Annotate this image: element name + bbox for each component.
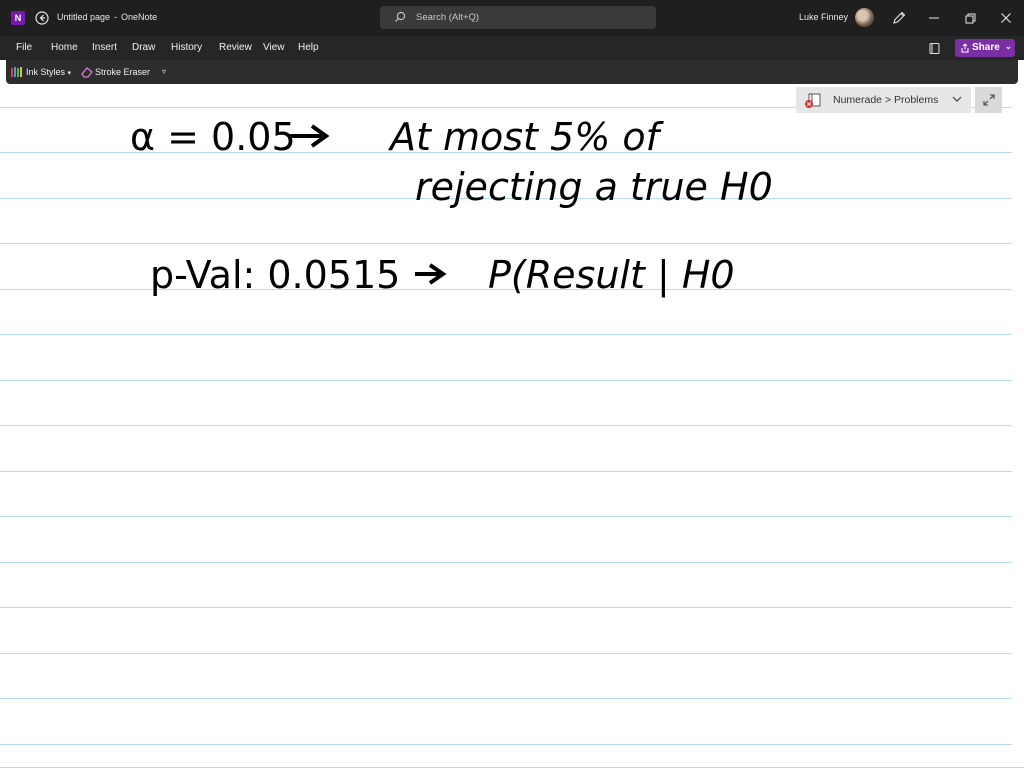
menu-file[interactable]: File bbox=[16, 42, 32, 53]
chevron-down-icon bbox=[952, 96, 962, 102]
rule-line bbox=[0, 471, 1012, 472]
rule-line bbox=[0, 425, 1012, 426]
notebook-sync-error-icon bbox=[805, 93, 821, 108]
close-icon[interactable] bbox=[997, 9, 1015, 27]
stroke-eraser-button[interactable]: Stroke Eraser bbox=[95, 67, 150, 77]
expand-icon bbox=[983, 94, 995, 106]
menu-help[interactable]: Help bbox=[298, 42, 319, 53]
menu-bar: File Home Insert Draw History Review Vie… bbox=[0, 36, 1024, 60]
rule-line bbox=[0, 152, 1012, 153]
ink-styles-label: Ink Styles bbox=[26, 67, 66, 77]
note-page[interactable] bbox=[0, 86, 1024, 768]
rule-line bbox=[0, 698, 1012, 699]
menu-draw[interactable]: Draw bbox=[132, 42, 155, 53]
search-placeholder: Search (Alt+Q) bbox=[416, 12, 480, 23]
rule-line bbox=[0, 243, 1012, 244]
rule-line bbox=[0, 380, 1012, 381]
draw-ribbon: Ink Styles ▾ Stroke Eraser ▿ bbox=[6, 60, 1018, 84]
rule-line bbox=[0, 516, 1012, 517]
chevron-down-icon: ⌄ bbox=[1005, 42, 1012, 51]
restore-icon[interactable] bbox=[961, 9, 979, 27]
title-bar: N Untitled page - OneNote Search (Alt+Q) L… bbox=[0, 0, 1024, 36]
share-label: Share bbox=[972, 42, 1000, 53]
title-separator: - bbox=[114, 12, 118, 22]
rule-line bbox=[0, 562, 1012, 563]
menu-view[interactable]: View bbox=[263, 42, 285, 53]
pen-icon[interactable] bbox=[891, 10, 907, 26]
page-title: Untitled page bbox=[57, 12, 111, 22]
onenote-logo-icon: N bbox=[11, 11, 25, 25]
rule-line bbox=[0, 744, 1012, 745]
chevron-down-icon: ▾ bbox=[67, 70, 72, 77]
eraser-icon[interactable] bbox=[81, 66, 94, 78]
ink-styles-button[interactable]: Ink Styles ▾ bbox=[26, 67, 71, 77]
app-name: OneNote bbox=[121, 12, 158, 22]
menu-insert[interactable]: Insert bbox=[92, 42, 117, 53]
menu-history[interactable]: History bbox=[171, 42, 202, 53]
breadcrumb-path: Numerade > Problems bbox=[833, 94, 939, 106]
minimize-icon[interactable] bbox=[925, 9, 943, 27]
avatar[interactable] bbox=[855, 8, 874, 27]
search-icon bbox=[395, 11, 406, 22]
share-button[interactable]: Share ⌄ bbox=[955, 39, 1015, 57]
menu-review[interactable]: Review bbox=[219, 42, 252, 53]
notebook-icon[interactable] bbox=[928, 42, 941, 55]
rule-line bbox=[0, 289, 1012, 290]
rule-line bbox=[0, 607, 1012, 608]
ribbon-overflow-icon[interactable]: ▿ bbox=[162, 67, 166, 76]
rule-line bbox=[0, 198, 1012, 199]
rule-line bbox=[0, 653, 1012, 654]
search-box[interactable]: Search (Alt+Q) bbox=[380, 6, 656, 29]
rule-line bbox=[0, 334, 1012, 335]
user-name[interactable]: Luke Finney bbox=[799, 12, 848, 22]
share-icon bbox=[961, 43, 969, 53]
window-title: Untitled page - OneNote bbox=[57, 12, 157, 22]
menu-home[interactable]: Home bbox=[51, 42, 78, 53]
back-arrow-icon[interactable] bbox=[34, 10, 50, 26]
expand-button[interactable] bbox=[975, 87, 1002, 113]
breadcrumb[interactable]: Numerade > Problems bbox=[796, 87, 971, 113]
ink-styles-icon[interactable] bbox=[10, 66, 23, 78]
